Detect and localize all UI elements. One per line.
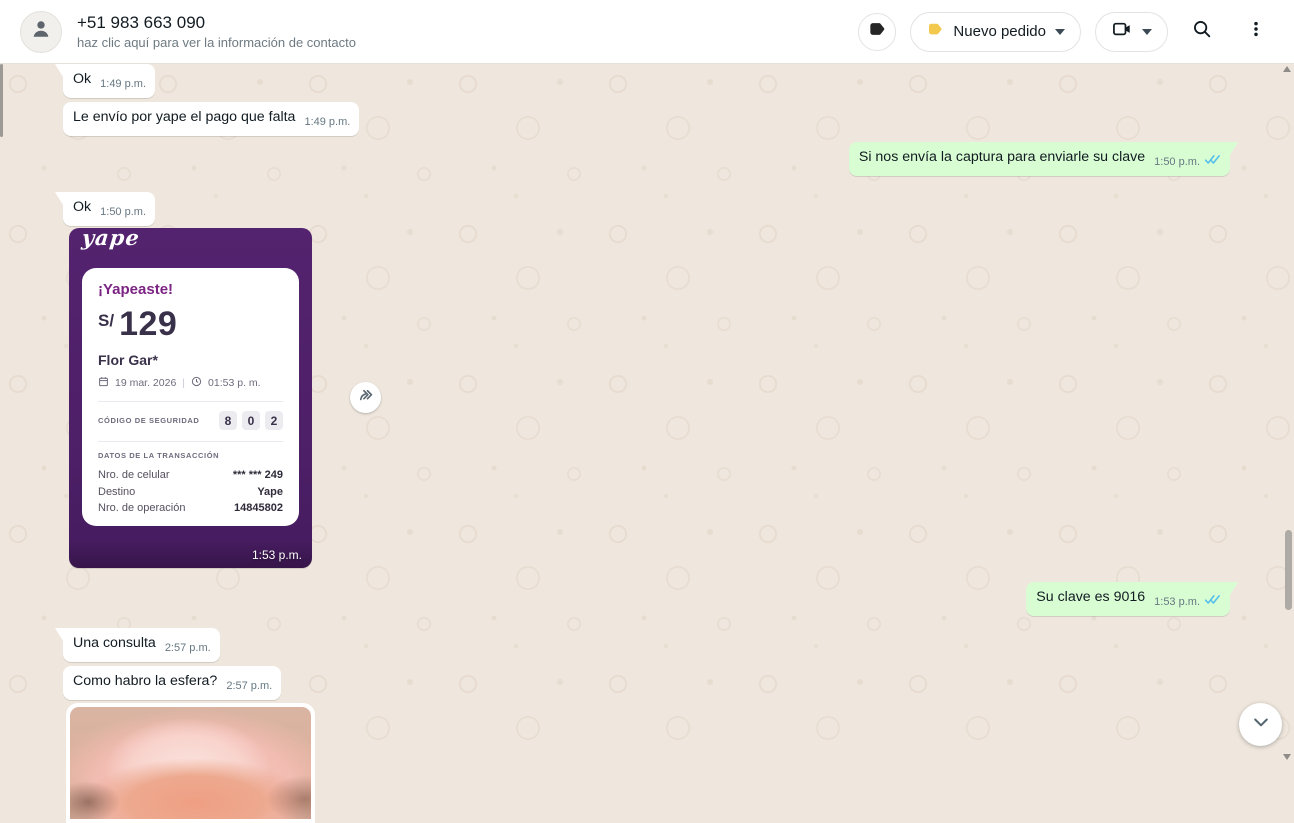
divider [98,401,283,402]
row-label: Nro. de celular [98,467,170,484]
read-receipt-icon [1204,592,1221,611]
transaction-rows: Nro. de celular *** *** 249 Destino Yape… [98,467,283,517]
message-bubble-outgoing: Su clave es 9016 1:53 p.m. [1026,582,1230,616]
row-value: 14845802 [234,500,283,517]
message-text: Si nos envía la captura para enviarle su… [859,149,1145,165]
message-bubble-incoming: Ok 1:49 p.m. [63,64,155,98]
chat-message-area: Ok 1:49 p.m. Le envío por yape el pago qu… [0,64,1294,763]
image-message-rose-photo[interactable] [66,703,315,823]
receipt-time: 01:53 p. m. [208,377,261,389]
video-camera-icon [1111,18,1133,45]
message-time: 1:53 p.m. [1154,593,1200,612]
message-text: Ok [73,199,91,215]
divider [98,441,283,442]
currency-symbol: S/ [98,311,114,331]
image-message-yape-receipt[interactable]: yape ¡Yapeaste! S/ 129 Flor Gar* 19 mar.… [69,228,312,568]
message-time: 1:50 p.m. [100,203,146,222]
security-code-label: CÓDIGO DE SEGURIDAD [98,416,199,425]
message-bubble-incoming: Le envío por yape el pago que falta 1:49 … [63,102,359,136]
default-person-icon [28,16,54,47]
message-time: 1:49 p.m. [304,113,350,132]
left-panel-scrollbar-thumb[interactable] [0,64,3,137]
forward-arrow-icon [356,386,375,410]
scrollbar-down-arrow[interactable] [1283,754,1291,760]
meta-separator: | [182,377,185,389]
row-label: Destino [98,484,135,501]
search-icon [1191,18,1213,45]
security-code-digits: 8 0 2 [219,411,283,430]
row-label: Nro. de operación [98,500,185,517]
scrollbar-up-arrow[interactable] [1283,66,1291,72]
new-order-label: Nuevo pedido [953,23,1046,40]
security-digit: 0 [242,411,260,430]
transaction-row: Nro. de operación 14845802 [98,500,283,517]
video-call-button[interactable] [1095,12,1168,52]
order-tag-icon [926,20,944,43]
receipt-meta: 19 mar. 2026 | 01:53 p. m. [98,376,283,390]
row-value: Yape [257,484,283,501]
message-text: Una consulta [73,635,156,651]
message-time: 1:49 p.m. [100,75,146,94]
chevron-down-icon [1142,29,1152,35]
transaction-row: Destino Yape [98,484,283,501]
receipt-amount: S/ 129 [98,307,283,341]
message-bubble-incoming: Como habro la esfera? 2:57 p.m. [63,666,281,700]
new-order-button[interactable]: Nuevo pedido [910,12,1081,52]
message-time: 2:57 p.m. [226,677,272,696]
receipt-title: ¡Yapeaste! [98,281,283,298]
yape-receipt-card: ¡Yapeaste! S/ 129 Flor Gar* 19 mar. 2026… [82,268,299,526]
message-time: 1:53 p.m. [252,548,302,562]
message-text: Como habro la esfera? [73,673,217,689]
search-button[interactable] [1182,12,1222,52]
transaction-row: Nro. de celular *** *** 249 [98,467,283,484]
rose-photo[interactable] [70,707,311,819]
message-bubble-incoming: Ok 1:50 p.m. [63,192,155,226]
yape-logo: yape [81,228,141,250]
message-text: Su clave es 9016 [1036,589,1145,605]
payee-name: Flor Gar* [98,352,283,368]
security-digit: 8 [219,411,237,430]
security-digit: 2 [265,411,283,430]
chevron-down-icon [1055,29,1065,35]
security-code-row: CÓDIGO DE SEGURIDAD 8 0 2 [98,411,283,430]
label-tag-icon [867,19,887,44]
receipt-date: 19 mar. 2026 [115,377,176,389]
message-text: Ok [73,71,91,87]
contact-name: +51 983 663 090 [77,12,356,34]
calendar-icon [98,376,109,390]
message-time: 2:57 p.m. [165,639,211,658]
row-value: *** *** 249 [233,467,283,484]
read-receipt-icon [1204,152,1221,171]
chat-header: +51 983 663 090 haz clic aquí para ver l… [0,0,1294,64]
scroll-to-bottom-button[interactable] [1239,703,1282,746]
clock-icon [191,376,202,390]
contact-info-button[interactable]: +51 983 663 090 haz clic aquí para ver l… [20,11,858,53]
kebab-menu-icon [1246,19,1266,44]
message-text: Le envío por yape el pago que falta [73,109,295,125]
chevron-down-icon [1251,712,1271,737]
transaction-section-label: DATOS DE LA TRANSACCIÓN [98,451,283,460]
contact-subtitle: haz clic aquí para ver la información de… [77,34,356,52]
message-bubble-incoming: Una consulta 2:57 p.m. [63,628,220,662]
avatar[interactable] [20,11,62,53]
menu-button[interactable] [1236,12,1276,52]
message-bubble-outgoing: Si nos envía la captura para enviarle su… [849,142,1230,176]
message-time: 1:50 p.m. [1154,153,1200,172]
amount-value: 129 [119,307,177,341]
scrollbar-thumb[interactable] [1285,530,1292,610]
contact-text[interactable]: +51 983 663 090 haz clic aquí para ver l… [77,12,356,52]
header-actions: Nuevo pedido [858,12,1276,52]
forward-message-button[interactable] [350,382,381,413]
label-button[interactable] [858,13,896,51]
